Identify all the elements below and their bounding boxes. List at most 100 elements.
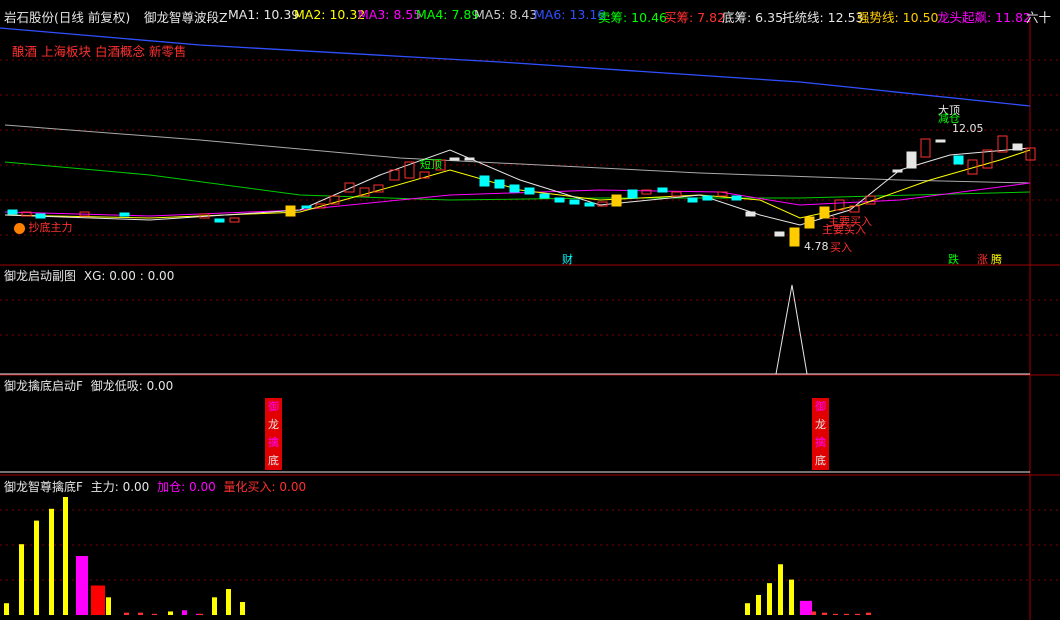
volume-bar-right-10: [855, 613, 860, 615]
panel2-xg: XG: 0.00 : 0.00: [83, 269, 175, 283]
candle-54: [997, 135, 1008, 153]
buy-label: 买入: [830, 241, 852, 254]
signal-char-2b: 龙: [815, 418, 826, 431]
candle-42: [804, 216, 815, 229]
short-top-label: 短顶: [420, 158, 442, 171]
candle-27: [569, 199, 580, 205]
volume-bar-left-12: [182, 610, 187, 615]
volume-bar-left-7: [106, 597, 111, 615]
signal-char-4: 底: [268, 454, 279, 467]
volume-bar-left-14: [198, 613, 203, 615]
bottom-left-text-2: 主力: [50, 221, 73, 234]
candle-8: [285, 205, 296, 217]
signal-box-1: 御 龙 擒 底: [265, 398, 282, 470]
chart-canvas[interactable]: [0, 0, 1060, 620]
candle-28: [584, 202, 595, 207]
volume-bar-right-7: [822, 612, 827, 615]
panel2-title[interactable]: 御龙启动副图: [4, 269, 76, 283]
candle-9: [301, 205, 312, 209]
candle-40: [774, 231, 785, 237]
signal-char-3b: 擒: [815, 436, 826, 449]
volume-bar-right-11: [866, 612, 871, 615]
panel4-zhuli: 主力: 0.00: [90, 480, 150, 494]
teng-label: 腾: [991, 253, 1002, 266]
ma5-line: [4, 124, 1031, 184]
panel4-lianghua: 量化买入: 0.00: [223, 480, 307, 494]
main-buy-label-2: 主要买入: [822, 223, 866, 236]
volume-bar-right-5: [800, 600, 812, 615]
candle-21: [479, 175, 490, 187]
panel3-dixi: 御龙低吸: 0.00: [90, 379, 174, 393]
candle-55: [1012, 143, 1023, 151]
zhang-label: 涨: [977, 253, 988, 266]
cai-label: 财: [562, 253, 573, 266]
candle-38: [731, 195, 742, 201]
bottom-left-text: 抄底: [28, 221, 51, 234]
volume-bar-right-2: [767, 583, 772, 615]
candle-7: [229, 217, 240, 223]
volume-bar-left-16: [226, 589, 231, 615]
panel3-header: 御龙擒底启动F 御龙低吸: 0.00: [4, 377, 177, 394]
panel4-title[interactable]: 御龙智尊擒底F: [4, 480, 83, 494]
volume-bar-right-9: [844, 613, 849, 615]
candle-22: [494, 179, 505, 189]
candle-26: [554, 197, 565, 203]
ma2-line: [4, 149, 1031, 219]
volume-bar-right-3: [778, 564, 783, 615]
candle-48: [906, 151, 917, 169]
candle-24: [524, 187, 535, 195]
candle-2: [35, 213, 46, 219]
candle-0: [7, 209, 18, 215]
volume-bar-left-6: [91, 585, 105, 615]
volume-bar-left-15: [212, 597, 217, 615]
volume-bar-left-3: [49, 508, 54, 615]
candle-47: [892, 169, 903, 173]
candle-31: [627, 189, 638, 199]
signal-char-2: 龙: [268, 418, 279, 431]
candle-4: [119, 212, 130, 217]
candle-33: [657, 187, 668, 193]
volume-bar-left-1: [19, 544, 24, 615]
candle-36: [702, 195, 713, 201]
candle-6: [214, 218, 225, 223]
volume-bar-left-0: [4, 603, 9, 615]
volume-bar-right-8: [833, 613, 838, 615]
bottom-left-label: 抄底主力: [14, 219, 73, 235]
candles: [7, 135, 1036, 247]
volume-bar-left-4: [63, 497, 68, 615]
candle-49: [920, 138, 931, 158]
ma6-line: [0, 27, 1031, 107]
candle-19: [449, 157, 460, 161]
panel4-jiacang: 加仓: 0.00: [157, 480, 216, 494]
panel4-header: 御龙智尊擒底F 主力: 0.00 加仓: 0.00 量化买入: 0.00: [4, 478, 310, 495]
volume-bar-left-10: [152, 613, 157, 615]
candle-20: [464, 157, 475, 161]
die-label: 跌: [948, 253, 959, 266]
volume-bar-left-11: [168, 611, 173, 615]
volume-bars: [4, 497, 871, 615]
volume-bar-left-2: [34, 520, 39, 615]
volume-bar-left-9: [138, 612, 143, 615]
high-price-label: 12.05: [952, 122, 984, 135]
signal-char-1b: 御: [815, 400, 826, 413]
volume-bar-right-6: [811, 611, 816, 615]
panel2-header: 御龙启动副图 XG: 0.00 : 0.00: [4, 267, 178, 284]
candle-30: [611, 194, 622, 207]
low-price-label: 4.78: [804, 240, 829, 253]
main-grid: [0, 59, 1060, 581]
ma4-line: [4, 161, 1031, 201]
volume-bar-right-0: [745, 603, 750, 615]
xg-spike: [775, 284, 808, 375]
volume-bar-left-17: [240, 602, 245, 615]
candle-15: [389, 169, 400, 181]
candle-39: [745, 211, 756, 217]
volume-bar-left-5: [76, 556, 88, 615]
candle-51: [953, 155, 964, 165]
signal-char-1: 御: [268, 400, 279, 413]
panel3-title[interactable]: 御龙擒底启动F: [4, 379, 83, 393]
signal-char-4b: 底: [815, 454, 826, 467]
signal-char-3: 擒: [268, 436, 279, 449]
candle-23: [509, 184, 520, 193]
candle-35: [687, 197, 698, 203]
candle-41: [789, 227, 800, 247]
